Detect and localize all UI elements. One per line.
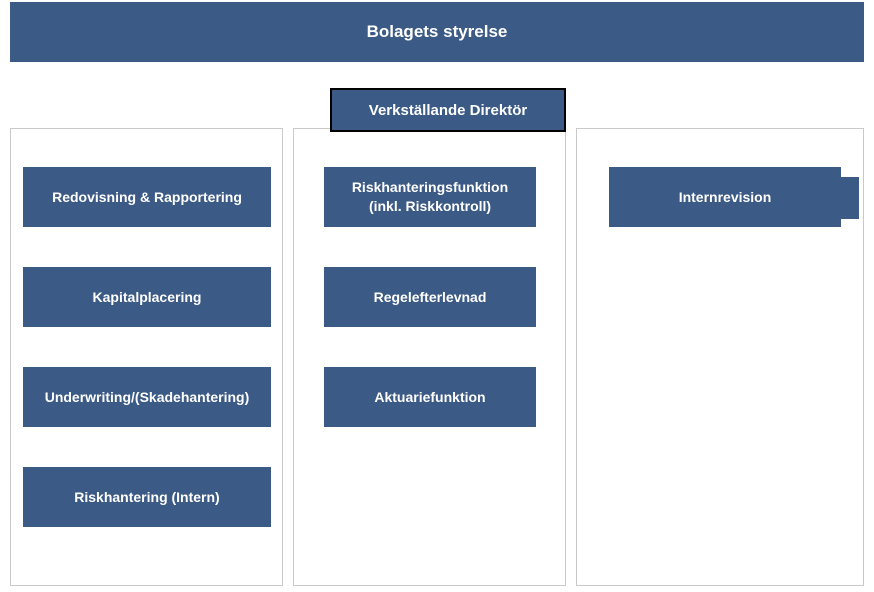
left-item-risk-management-internal: Riskhantering (Intern) — [23, 467, 271, 527]
ceo-box: Verkställande Direktör — [330, 88, 566, 132]
board-header: Bolagets styrelse — [10, 2, 864, 62]
middle-item-risk-function: Riskhanteringsfunktion (inkl. Riskkontro… — [324, 167, 536, 227]
cell-label: Kapitalplacering — [93, 288, 202, 307]
right-item-internal-audit: Internrevision — [609, 167, 841, 227]
cell-label: Internrevision — [679, 188, 772, 207]
cell-label: Underwriting/(Skadehantering) — [45, 388, 250, 407]
column-middle: Riskhanteringsfunktion (inkl. Riskkontro… — [293, 128, 566, 586]
left-item-capital-placement: Kapitalplacering — [23, 267, 271, 327]
left-item-accounting-reporting: Redovisning & Rapportering — [23, 167, 271, 227]
ceo-label: Verkställande Direktör — [369, 102, 527, 119]
board-header-label: Bolagets styrelse — [367, 22, 508, 42]
middle-item-actuary-function: Aktuariefunktion — [324, 367, 536, 427]
cell-label: Redovisning & Rapportering — [52, 188, 242, 207]
cell-label: Aktuariefunktion — [374, 388, 485, 407]
cell-label: Riskhantering (Intern) — [74, 488, 219, 507]
cell-label: Riskhanteringsfunktion (inkl. Riskkontro… — [334, 178, 526, 216]
middle-item-compliance: Regelefterlevnad — [324, 267, 536, 327]
left-item-underwriting-claims: Underwriting/(Skadehantering) — [23, 367, 271, 427]
column-right: Internrevision — [576, 128, 864, 586]
column-left: Redovisning & Rapportering Kapitalplacer… — [10, 128, 283, 586]
cell-label: Regelefterlevnad — [374, 288, 487, 307]
